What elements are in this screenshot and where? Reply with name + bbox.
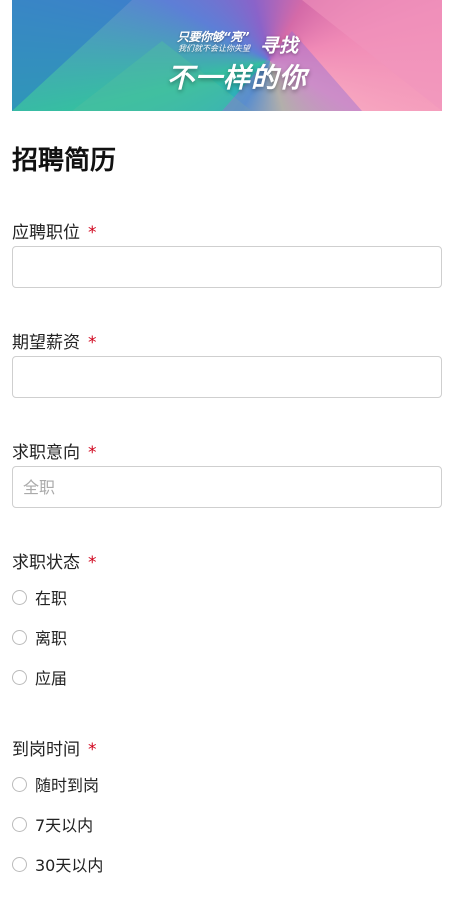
- banner-slogan-big: 不一样的你: [167, 63, 307, 94]
- intention-label: 求职意向 *: [12, 438, 97, 463]
- radio-circle-icon[interactable]: [12, 629, 27, 645]
- status-option-resigned[interactable]: 离职: [12, 625, 67, 649]
- required-mark: *: [88, 443, 97, 463]
- banner-slogan-line2: 我们就不会让你失望: [178, 44, 250, 53]
- required-mark: *: [88, 333, 97, 353]
- radio-label: 7天以内: [35, 816, 94, 835]
- arrival-option-anytime[interactable]: 随时到岗: [12, 772, 99, 796]
- radio-circle-icon[interactable]: [12, 589, 27, 605]
- salary-input[interactable]: [12, 356, 442, 398]
- radio-circle-icon[interactable]: [12, 816, 27, 832]
- radio-label: 离职: [35, 629, 68, 648]
- radio-label: 30天以内: [35, 856, 104, 875]
- intention-input[interactable]: [12, 466, 442, 508]
- radio-circle-icon[interactable]: [12, 669, 27, 685]
- status-option-graduate[interactable]: 应届: [12, 665, 67, 689]
- required-mark: *: [88, 740, 97, 760]
- required-mark: *: [88, 223, 97, 243]
- required-mark: *: [88, 553, 97, 573]
- position-label-text: 应聘职位: [12, 223, 80, 243]
- status-label-text: 求职状态: [12, 553, 80, 573]
- arrival-option-7days[interactable]: 7天以内: [12, 812, 93, 836]
- salary-label-text: 期望薪资: [12, 333, 80, 353]
- page-title: 招聘简历: [12, 146, 117, 176]
- status-option-employed[interactable]: 在职: [12, 585, 67, 609]
- status-label: 求职状态 *: [12, 548, 97, 573]
- salary-label: 期望薪资 *: [12, 328, 97, 353]
- banner-slogan-mid: 寻找: [260, 35, 299, 57]
- radio-circle-icon[interactable]: [12, 776, 27, 792]
- radio-circle-icon[interactable]: [12, 856, 27, 872]
- arrival-label: 到岗时间 *: [12, 735, 97, 760]
- radio-label: 应届: [35, 669, 68, 688]
- position-input[interactable]: [12, 246, 442, 288]
- position-label: 应聘职位 *: [12, 218, 97, 243]
- arrival-option-30days[interactable]: 30天以内: [12, 852, 103, 876]
- arrival-label-text: 到岗时间: [12, 740, 80, 760]
- header-banner: 只要你够“亮” 我们就不会让你失望 寻找 不一样的你: [12, 0, 442, 111]
- radio-label: 随时到岗: [35, 776, 100, 795]
- radio-label: 在职: [35, 589, 68, 608]
- intention-label-text: 求职意向: [12, 443, 80, 463]
